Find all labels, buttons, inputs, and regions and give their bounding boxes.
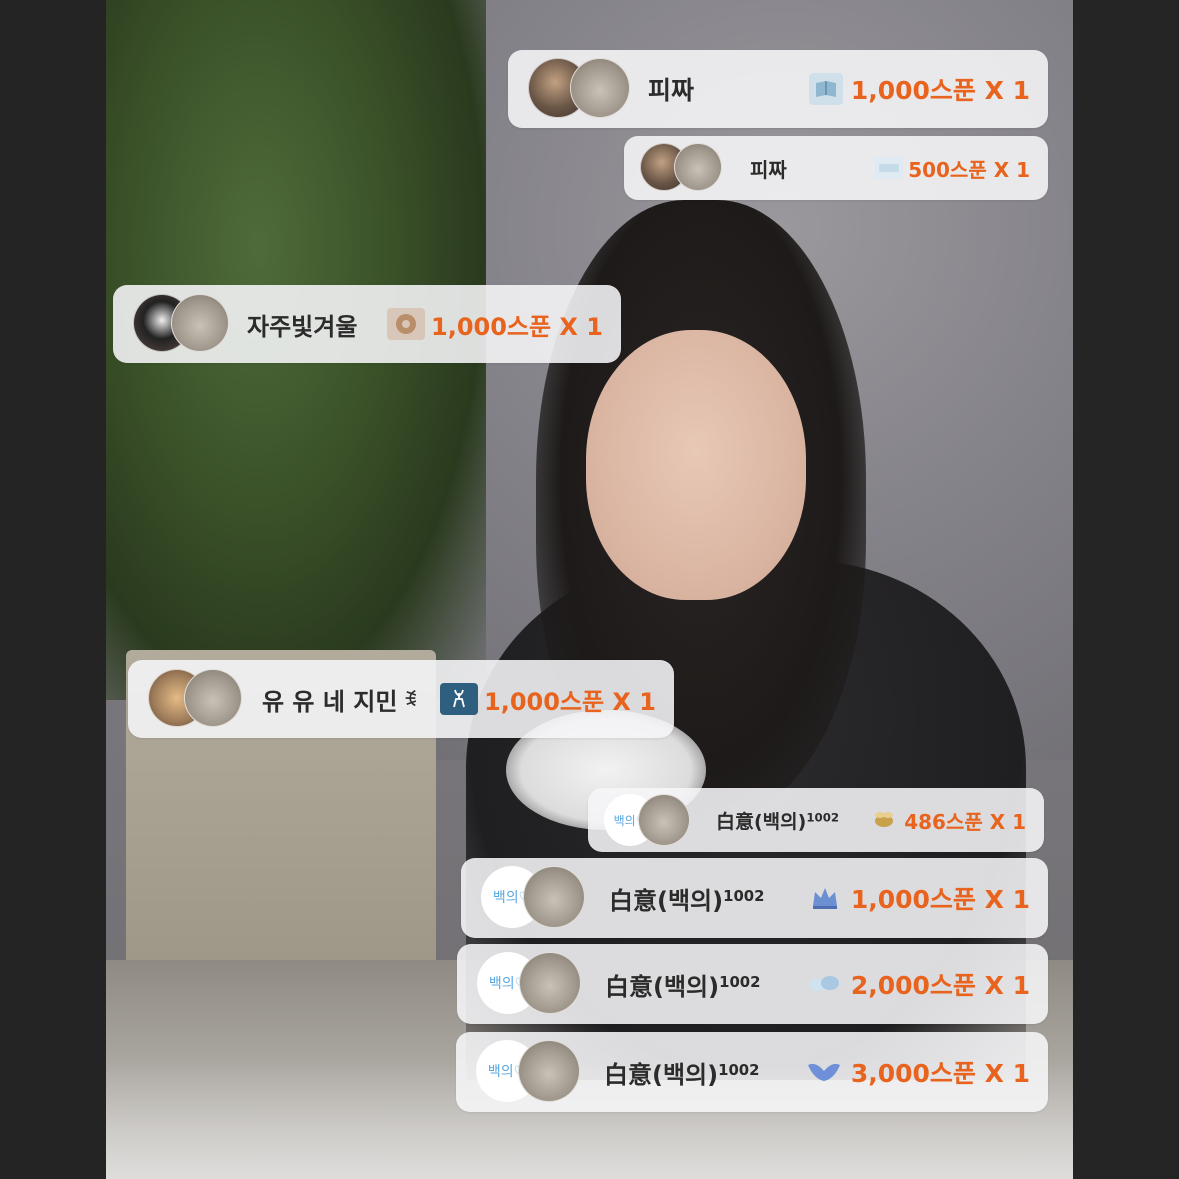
deer-icon [440,683,478,715]
nickname: 자주빛겨울 [247,312,358,341]
gift-notification: 자주빛겨울 1,000스푼 X 1 [113,285,621,363]
avatar-group: 백의♡ [476,1040,580,1104]
gift-notification: 백의♡ 白意(백의)1002 2,000스푼 X 1 [457,944,1048,1024]
gift-notification: 피짜 1,000스푼 X 1 [508,50,1048,128]
nickname: 유 유 네 지민 [262,687,398,716]
nickname: 피짜 [648,76,695,105]
nickname: 白意(백의)1002 [716,810,840,833]
frame-left [0,0,106,1179]
avatar-group: 백의♡ [481,866,585,930]
snow-icon [874,157,905,179]
avatar-group [133,294,229,354]
avatar [638,794,690,846]
gift-amount: 1,000스푼 X 1 [850,76,1030,105]
gift-amount: 3,000스푼 X 1 [850,1059,1030,1088]
avatar-group [528,58,630,120]
crown-icon [807,882,843,914]
avatar [519,952,581,1014]
wing-icon [805,1057,843,1087]
avatar [570,58,630,118]
gift-amount: 2,000스푼 X 1 [850,971,1030,1000]
avatar-group [148,669,242,729]
gift-amount: 1,000스푼 X 1 [850,885,1030,914]
avatar [518,1040,580,1102]
bee-icon [870,808,898,832]
frame-right [1073,0,1179,1179]
avatar-group: 백의♡ [477,952,581,1016]
gift-notification: 피짜 500스푼 X 1 [624,136,1048,200]
avatar-group [640,143,722,193]
avatar [674,143,722,191]
gift-amount: 500스푼 X 1 [908,157,1030,182]
gift-notification: 백의♡ 白意(백의)1002 486스푼 X 1 [588,788,1044,852]
person-face [586,330,806,600]
nickname: 피짜 [750,157,787,182]
nickname: 白意(백의)1002 [605,972,761,1001]
avatar-group: 백의♡ [604,794,690,846]
book-icon [808,73,843,105]
avatar [171,294,229,352]
donut-icon [387,308,425,340]
gift-amount: 486스푼 X 1 [904,809,1026,834]
nickname: 白意(백의)1002 [604,1060,760,1089]
avatar [184,669,242,727]
nickname: 白意(백의)1002 [609,886,765,915]
gift-notification: 유 유 네 지민 ꉂ 1,000스푼 X 1 [128,660,674,738]
gift-amount: 1,000스푼 X 1 [431,312,603,341]
angel-icon [805,969,843,999]
gift-amount: 1,000스푼 X 1 [484,687,656,716]
avatar [523,866,585,928]
gift-notification: 백의♡ 白意(백의)1002 3,000스푼 X 1 [456,1032,1048,1112]
nickname-suffix: ꉂ [403,689,418,711]
gift-notification: 백의♡ 白意(백의)1002 1,000스푼 X 1 [461,858,1048,938]
